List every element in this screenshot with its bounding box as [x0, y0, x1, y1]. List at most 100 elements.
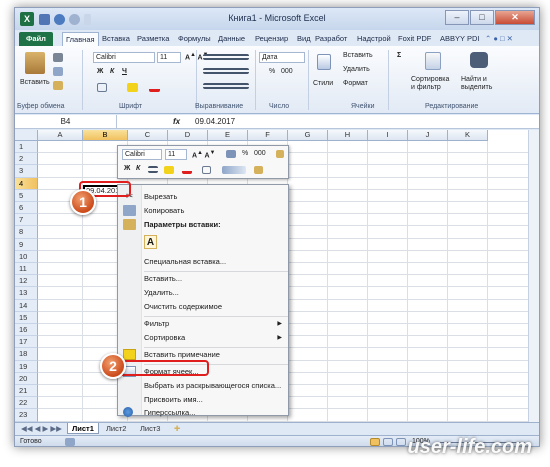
row-header-21[interactable]: 21 — [15, 385, 38, 398]
page-layout-view-icon[interactable] — [383, 438, 393, 446]
normal-view-icon[interactable] — [370, 438, 380, 446]
font-color-icon[interactable] — [149, 83, 160, 92]
tab-foxit-pdf[interactable]: Foxit PDF — [398, 32, 431, 46]
tab-insert[interactable]: Вставка — [102, 32, 130, 46]
row-header-19[interactable]: 19 — [15, 360, 38, 373]
tab-abbyy-pdf[interactable]: ABBYY PDI — [440, 32, 479, 46]
new-sheet-icon[interactable]: ✚ — [170, 423, 184, 434]
column-header-d[interactable]: D — [168, 130, 208, 141]
menu-item-filter[interactable]: Фильтр — [144, 318, 169, 330]
mini-grow-font-icon[interactable]: A▲ A▼ — [192, 150, 215, 159]
select-all-corner[interactable] — [15, 130, 38, 141]
mini-thousands-button[interactable]: 000 — [254, 150, 266, 157]
column-header-a[interactable]: A — [38, 130, 83, 141]
sort-filter-button[interactable]: Сортировка и фильтр — [411, 76, 455, 92]
sheet-tab-1[interactable]: Лист1 — [67, 423, 99, 434]
menu-item-delete[interactable]: Удалить... — [144, 287, 179, 299]
tab-data[interactable]: Данные — [218, 32, 245, 46]
fx-icon[interactable]: fx — [173, 115, 180, 128]
bold-button[interactable]: Ж — [97, 68, 103, 75]
menu-item-cut[interactable]: Вырезать — [144, 191, 177, 203]
mini-size-combo[interactable]: 11 — [165, 149, 187, 160]
menu-item-clear-contents[interactable]: Очистить содержимое — [144, 301, 222, 313]
align-top-icon[interactable] — [203, 54, 249, 60]
row-header-5[interactable]: 5 — [15, 189, 38, 202]
vertical-scrollbar[interactable] — [528, 130, 539, 423]
column-header-j[interactable]: J — [408, 130, 448, 141]
format-painter-icon[interactable] — [53, 81, 63, 90]
fill-color-icon[interactable] — [127, 83, 138, 92]
tab-developer[interactable]: Разработ — [315, 32, 347, 46]
column-header-c[interactable]: C — [128, 130, 168, 141]
column-header-i[interactable]: I — [368, 130, 408, 141]
autosum-icon[interactable]: Σ — [397, 52, 401, 59]
tab-review[interactable]: Рецензир — [255, 32, 288, 46]
percent-button[interactable]: % — [269, 68, 275, 75]
minimize-button[interactable]: – — [445, 10, 469, 25]
menu-item-insert[interactable]: Вставить... — [144, 273, 182, 285]
row-header-12[interactable]: 12 — [15, 275, 38, 288]
mini-percent-button[interactable]: % — [242, 150, 248, 157]
thousands-button[interactable]: 000 — [281, 68, 293, 75]
font-name-combo[interactable]: Calibri — [93, 52, 155, 63]
row-header-11[interactable]: 11 — [15, 263, 38, 276]
cut-icon[interactable] — [53, 53, 63, 62]
mini-font-combo[interactable]: Calibri — [122, 149, 162, 160]
row-header-15[interactable]: 15 — [15, 311, 38, 324]
paste-button[interactable]: Вставить — [20, 79, 50, 86]
insert-cells-button[interactable]: Вставить — [343, 52, 373, 59]
find-select-button[interactable]: Найти и выделить — [461, 76, 501, 92]
mini-format-painter-icon[interactable] — [276, 150, 284, 158]
mini-clear-icon[interactable] — [254, 166, 263, 174]
italic-button[interactable]: К — [110, 68, 114, 75]
font-size-combo[interactable]: 11 — [157, 52, 181, 63]
name-box[interactable]: B4 — [15, 115, 117, 129]
row-header-17[interactable]: 17 — [15, 336, 38, 349]
delete-cells-button[interactable]: Удалить — [343, 66, 370, 73]
tab-home[interactable]: Главная — [62, 32, 99, 46]
row-header-18[interactable]: 18 — [15, 348, 38, 361]
underline-button[interactable]: Ч — [122, 68, 127, 75]
mini-fill-color-icon[interactable] — [164, 166, 174, 174]
row-header-1[interactable]: 1 — [15, 141, 38, 154]
copy-icon[interactable] — [53, 67, 63, 76]
row-header-22[interactable]: 22 — [15, 397, 38, 410]
column-header-g[interactable]: G — [288, 130, 328, 141]
tab-view[interactable]: Вид — [297, 32, 311, 46]
row-header-8[interactable]: 8 — [15, 226, 38, 239]
help-icon[interactable]: ⌃ ● □ ✕ — [485, 32, 513, 46]
tab-file[interactable]: Файл — [19, 32, 53, 46]
mini-align-center-icon[interactable] — [148, 166, 158, 173]
row-header-13[interactable]: 13 — [15, 287, 38, 300]
menu-item-define-name[interactable]: Присвоить имя... — [144, 394, 203, 406]
row-header-23[interactable]: 23 — [15, 409, 38, 422]
page-break-view-icon[interactable] — [396, 438, 406, 446]
sheet-nav-icon[interactable]: ◀◀ ◀ ▶ ▶▶ — [17, 423, 66, 434]
menu-item-copy[interactable]: Копировать — [144, 205, 184, 217]
row-header-16[interactable]: 16 — [15, 324, 38, 337]
mini-accounting-icon[interactable] — [226, 150, 236, 158]
macro-record-icon[interactable] — [65, 438, 75, 446]
format-cells-button[interactable]: Формат — [343, 80, 368, 87]
row-header-10[interactable]: 10 — [15, 250, 38, 263]
styles-button[interactable]: Стили — [313, 80, 333, 87]
row-header-9[interactable]: 9 — [15, 238, 38, 251]
mini-borders-icon[interactable] — [202, 166, 211, 174]
mini-decimal-icon[interactable] — [222, 166, 246, 174]
formula-input[interactable]: 09.04.2017 — [195, 115, 235, 128]
column-header-e[interactable]: E — [208, 130, 248, 141]
borders-icon[interactable] — [97, 83, 107, 92]
row-header-14[interactable]: 14 — [15, 299, 38, 312]
mini-font-color-icon[interactable] — [182, 166, 192, 174]
column-header-b[interactable]: B — [83, 130, 128, 141]
binoculars-icon[interactable] — [470, 52, 488, 68]
sheet-tab-3[interactable]: Лист3 — [136, 423, 164, 434]
row-header-3[interactable]: 3 — [15, 165, 38, 178]
close-button[interactable]: ✕ — [495, 10, 535, 25]
menu-item-sort[interactable]: Сортировка — [144, 332, 185, 344]
paste-icon[interactable] — [25, 52, 45, 74]
menu-item-hyperlink[interactable]: Гиперссылка... — [144, 407, 195, 419]
mini-italic-button[interactable]: К — [136, 165, 140, 172]
wrap-text-icon[interactable] — [203, 83, 249, 89]
sheet-tab-2[interactable]: Лист2 — [102, 423, 130, 434]
